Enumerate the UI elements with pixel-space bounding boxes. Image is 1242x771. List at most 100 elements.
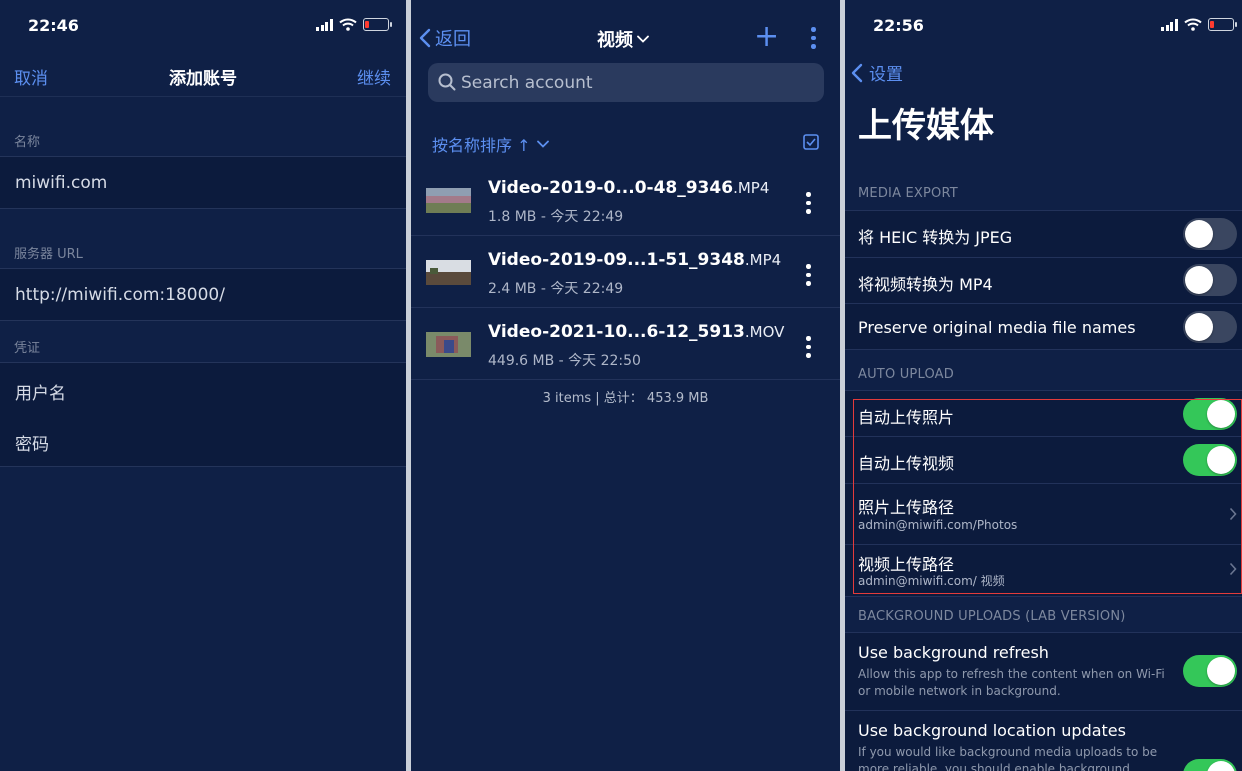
add-account-screen: 22:46 添加账号 取消 继续 名称 miwifi.com 服务器 URL h… <box>0 0 406 771</box>
bg-location-label: Use background location updates <box>858 721 1126 740</box>
file-name: Video-2019-09...1-51_9348 <box>488 250 745 270</box>
name-value: miwifi.com <box>15 173 108 193</box>
file-more-icon[interactable] <box>806 192 811 214</box>
file-name: Video-2021-10...6-12_5913 <box>488 322 745 342</box>
upload-media-settings-screen: 22:56 设置 上传媒体 MEDIA EXPORT 将 HEIC 转换为 JP… <box>845 0 1242 771</box>
bg-refresh-toggle[interactable] <box>1183 655 1237 687</box>
photo-path-value: admin@miwifi.com/Photos <box>858 518 1018 532</box>
video-path-value: admin@miwifi.com/ 视频 <box>858 574 1005 588</box>
media-export-header: MEDIA EXPORT <box>858 186 958 201</box>
file-extension: .MP4 <box>733 179 770 197</box>
page-title: 添加账号 <box>169 69 237 89</box>
nav-bar: 返回 视频 + <box>411 22 840 54</box>
server-url-field[interactable]: http://miwifi.com:18000/ <box>0 268 406 321</box>
file-extension: .MOV <box>744 323 785 341</box>
status-time: 22:46 <box>28 16 79 35</box>
chevron-left-icon <box>419 28 431 48</box>
background-location-row: Use background location updates If you w… <box>845 710 1242 771</box>
mp4-toggle[interactable] <box>1183 264 1237 296</box>
file-row[interactable]: Video-2019-09...1-51_9348.MP4 2.4 MB - 今… <box>411 236 840 308</box>
bg-refresh-description: Allow this app to refresh the content wh… <box>858 667 1165 698</box>
file-row[interactable]: Video-2021-10...6-12_5913.MOV 449.6 MB -… <box>411 308 840 380</box>
back-button[interactable]: 返回 <box>419 25 471 51</box>
back-label: 返回 <box>435 29 471 50</box>
background-refresh-row: Use background refresh Allow this app to… <box>845 632 1242 710</box>
username-field[interactable]: 用户名 <box>0 362 406 415</box>
auto-photos-label: 自动上传照片 <box>858 408 955 427</box>
bg-location-description: If you would like background media uploa… <box>858 745 1158 771</box>
credentials-section-label: 凭证 <box>14 341 41 356</box>
add-icon[interactable]: + <box>754 22 779 52</box>
file-extension: .MP4 <box>744 251 782 269</box>
auto-photos-toggle[interactable] <box>1183 398 1237 430</box>
photo-upload-path-row[interactable]: 照片上传路径 admin@miwifi.com/Photos <box>845 483 1242 544</box>
auto-videos-toggle[interactable] <box>1183 444 1237 476</box>
select-checkbox-icon[interactable] <box>803 134 819 150</box>
name-section-label: 名称 <box>14 135 41 150</box>
url-value: http://miwifi.com:18000/ <box>15 285 225 305</box>
file-more-icon[interactable] <box>806 264 811 286</box>
cellular-signal-icon <box>1161 18 1178 31</box>
continue-button[interactable]: 继续 <box>357 64 391 89</box>
bg-location-toggle[interactable] <box>1183 759 1237 771</box>
search-icon <box>438 73 456 91</box>
sort-selector[interactable]: 按名称排序 ↑ <box>432 132 549 156</box>
back-button[interactable]: 设置 <box>851 60 903 85</box>
chevron-right-icon <box>1229 507 1237 521</box>
bg-refresh-label: Use background refresh <box>858 643 1049 662</box>
password-placeholder: 密码 <box>15 435 49 455</box>
file-row[interactable]: Video-2019-0...0-48_9346.MP4 1.8 MB - 今天… <box>411 164 840 236</box>
status-bar: 22:46 <box>0 0 406 50</box>
chevron-left-icon <box>851 63 863 82</box>
status-time: 22:56 <box>873 16 924 35</box>
video-thumbnail <box>426 332 471 357</box>
search-placeholder: Search account <box>461 73 593 93</box>
preserve-toggle[interactable] <box>1183 311 1237 343</box>
chevron-right-icon <box>1229 562 1237 576</box>
background-uploads-header: BACKGROUND UPLOADS (LAB VERSION) <box>858 609 1126 624</box>
preserve-names-row: Preserve original media file names <box>845 303 1242 350</box>
video-folder-screen: 返回 视频 + Search account 按名称排序 ↑ Video-201… <box>411 0 840 771</box>
search-input[interactable]: Search account <box>428 63 824 102</box>
video-upload-path-row[interactable]: 视频上传路径 admin@miwifi.com/ 视频 <box>845 544 1242 597</box>
folder-title-dropdown[interactable]: 视频 <box>597 26 649 52</box>
cellular-signal-icon <box>316 18 333 31</box>
auto-upload-header: AUTO UPLOAD <box>858 367 954 382</box>
file-meta: 2.4 MB - 今天 22:49 <box>488 281 624 297</box>
file-more-icon[interactable] <box>806 336 811 358</box>
file-name: Video-2019-0...0-48_9346 <box>488 178 734 198</box>
mp4-convert-row: 将视频转换为 MP4 <box>845 257 1242 303</box>
url-section-label: 服务器 URL <box>14 247 83 262</box>
preserve-label: Preserve original media file names <box>858 318 1136 337</box>
heic-to-jpeg-row: 将 HEIC 转换为 JPEG <box>845 210 1242 257</box>
video-thumbnail <box>426 260 471 285</box>
battery-icon <box>1207 18 1237 31</box>
more-options-icon[interactable] <box>811 27 816 49</box>
auto-videos-label: 自动上传视频 <box>858 454 955 473</box>
auto-upload-videos-row: 自动上传视频 <box>845 436 1242 483</box>
nav-bar: 添加账号 取消 继续 <box>0 60 406 90</box>
sort-label: 按名称排序 ↑ <box>432 136 531 155</box>
chevron-down-icon <box>536 140 549 148</box>
wifi-icon <box>1183 18 1202 31</box>
folder-title: 视频 <box>597 30 633 51</box>
name-field[interactable]: miwifi.com <box>0 156 406 209</box>
chevron-down-icon <box>637 35 649 43</box>
photo-path-label: 照片上传路径 <box>858 498 955 517</box>
files-summary: 3 items | 总计： 453.9 MB <box>542 391 709 406</box>
page-title: 上传媒体 <box>858 106 994 146</box>
mp4-label: 将视频转换为 MP4 <box>858 275 993 294</box>
heic-toggle[interactable] <box>1183 218 1237 250</box>
auto-upload-photos-row: 自动上传照片 <box>845 390 1242 436</box>
cancel-button[interactable]: 取消 <box>14 64 48 89</box>
status-bar: 22:56 <box>845 0 1242 50</box>
heic-label: 将 HEIC 转换为 JPEG <box>858 228 1013 247</box>
password-field[interactable]: 密码 <box>0 414 406 467</box>
back-label: 设置 <box>869 65 903 85</box>
username-placeholder: 用户名 <box>15 384 66 404</box>
video-thumbnail <box>426 188 471 213</box>
file-meta: 1.8 MB - 今天 22:49 <box>488 209 624 225</box>
wifi-icon <box>338 18 357 31</box>
battery-icon <box>362 18 392 31</box>
file-meta: 449.6 MB - 今天 22:50 <box>488 353 641 369</box>
